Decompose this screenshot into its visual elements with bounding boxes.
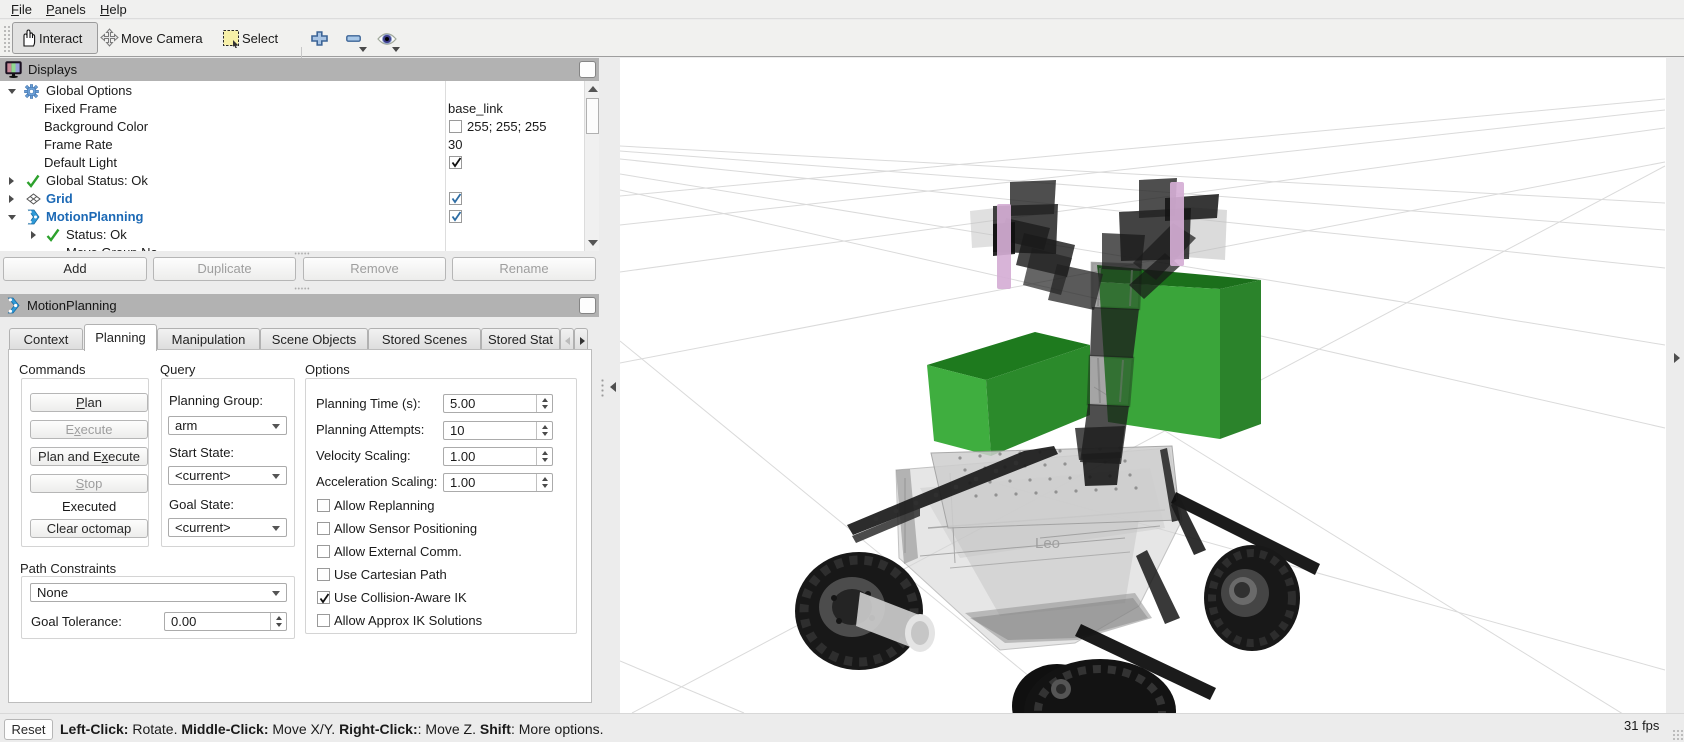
- svg-text:Leo: Leo: [1035, 535, 1060, 552]
